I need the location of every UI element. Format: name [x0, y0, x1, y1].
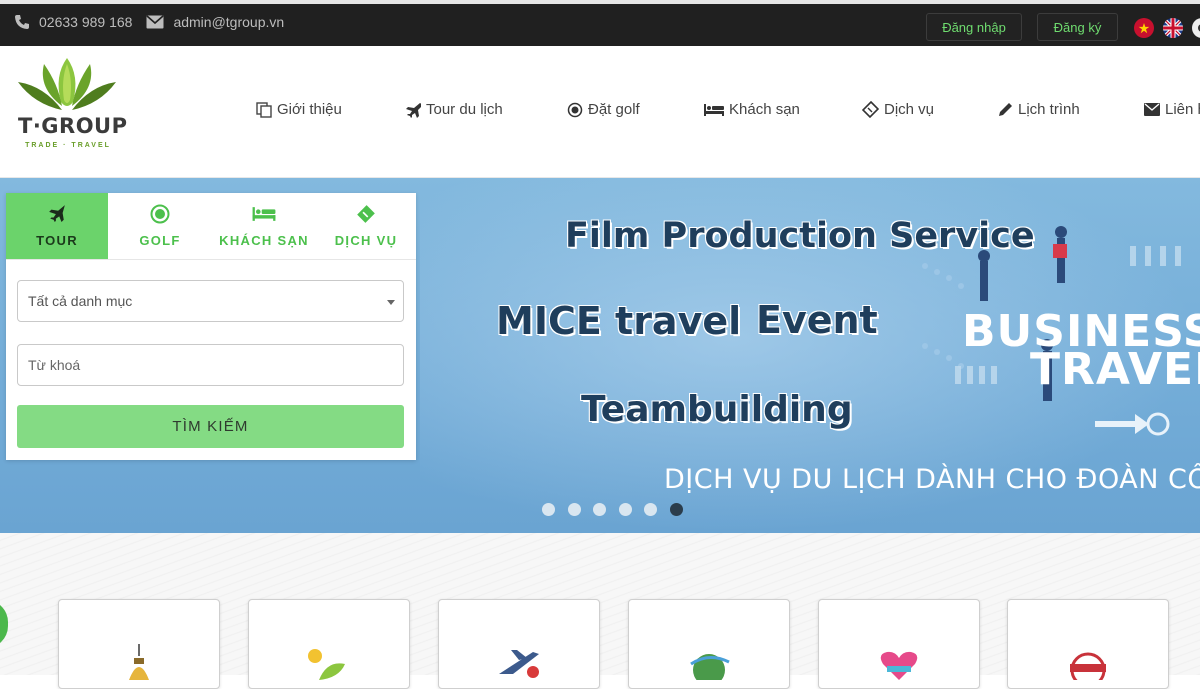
nav-item-tour-du-lich[interactable]: Tour du lịch — [405, 101, 503, 118]
nav-item-lich-trinh[interactable]: Lịch trình — [998, 101, 1080, 118]
promotion-stamp-icon — [1070, 652, 1106, 680]
banner-line-event: Event — [756, 298, 878, 342]
tab-label: DỊCH VỤ — [334, 233, 398, 248]
phone-contact[interactable]: 02633 989 168 — [14, 14, 132, 30]
logo-brand-text: T·GROUP — [18, 114, 128, 138]
other-flag-icon[interactable] — [1192, 18, 1200, 38]
search-button[interactable]: TÌM KIẾM — [17, 405, 404, 448]
slider-dot[interactable] — [593, 503, 607, 516]
slider-dot[interactable] — [644, 503, 658, 516]
envelope-icon — [1144, 103, 1160, 116]
search-tabs: TOUR GOLF KHÁCH SẠN DỊCH VỤ — [6, 193, 416, 260]
category-select[interactable]: Tất cả danh mục — [17, 280, 404, 322]
chevron-down-icon — [387, 300, 395, 305]
nav-label: Khách sạn — [729, 101, 800, 118]
category-card-globe[interactable] — [628, 599, 790, 689]
slider-dot-active[interactable] — [669, 503, 683, 516]
vietnamese-flag-icon[interactable] — [1134, 18, 1154, 38]
tab-tour[interactable]: TOUR — [6, 193, 108, 259]
nav-label: Liên h — [1165, 101, 1200, 118]
banner-subtitle: DỊCH VỤ DU LỊCH DÀNH CHO ĐOÀN CÔNG — [664, 464, 1200, 495]
nav-item-khach-san[interactable]: Khách sạn — [704, 101, 800, 118]
ticket-icon — [862, 101, 879, 118]
slider-dots — [542, 503, 696, 516]
nav-label: Đặt golf — [588, 101, 640, 118]
tab-label: KHÁCH SẠN — [219, 233, 309, 248]
banner-line-mice-travel: MICE travel — [496, 299, 742, 343]
phone-number: 02633 989 168 — [39, 14, 133, 30]
pencil-icon — [999, 103, 1012, 116]
golf-icon — [150, 204, 170, 224]
landmark-icon — [129, 644, 149, 680]
plane-icon — [406, 102, 421, 118]
category-select-value: Tất cả danh mục — [28, 293, 133, 309]
envelope-icon — [146, 15, 164, 29]
banner-line-teambuilding: Teambuilding — [581, 389, 853, 430]
nav-item-dat-golf[interactable]: Đặt golf — [567, 101, 640, 118]
bed-icon — [252, 207, 276, 221]
plane-icon — [49, 205, 65, 222]
tab-khach-san[interactable]: KHÁCH SẠN — [212, 193, 316, 259]
sun-leaf-icon — [308, 649, 345, 680]
category-card-promotion[interactable] — [1007, 599, 1169, 689]
keyword-input[interactable] — [28, 357, 403, 373]
pages-icon — [256, 101, 272, 118]
email-contact[interactable]: admin@tgroup.vn — [146, 14, 284, 30]
category-card-flight[interactable] — [438, 599, 600, 689]
nav-item-lien-he[interactable]: Liên h — [1144, 101, 1200, 118]
banner-line-film-production: Film Production Service — [565, 216, 1035, 256]
uk-flag-icon[interactable] — [1163, 18, 1183, 38]
nav-label: Dịch vụ — [884, 101, 935, 118]
email-address: admin@tgroup.vn — [173, 14, 285, 30]
category-card-nature[interactable] — [248, 599, 410, 689]
tab-label: TOUR — [36, 233, 78, 248]
contact-info: 02633 989 168 admin@tgroup.vn — [14, 14, 298, 30]
category-card-honeymoon[interactable] — [818, 599, 980, 689]
heart-beach-icon — [880, 651, 918, 680]
nav-label: Giới thiệu — [277, 101, 342, 118]
login-button[interactable]: Đăng nhập — [926, 13, 1022, 41]
globe-icon — [690, 654, 730, 680]
phone-icon — [15, 15, 29, 29]
category-card-landmark[interactable] — [58, 599, 220, 689]
golf-icon — [567, 102, 583, 117]
airplane-icon — [499, 650, 539, 678]
nav-item-gioi-thieu[interactable]: Giới thiệu — [256, 101, 342, 118]
tab-dich-vu[interactable]: DỊCH VỤ — [316, 193, 416, 259]
bed-icon — [704, 103, 724, 116]
site-header: T·GROUP TRADE · TRAVEL Giới thiệu Tour d… — [0, 46, 1200, 178]
banner-graphic-travel: TRAVEL — [1030, 344, 1200, 395]
tab-label: GOLF — [139, 233, 181, 248]
tgroup-logo[interactable]: T·GROUP TRADE · TRAVEL — [14, 54, 128, 158]
nav-item-dich-vu[interactable]: Dịch vụ — [862, 101, 934, 118]
tab-golf[interactable]: GOLF — [108, 193, 212, 259]
logo-tagline: TRADE · TRAVEL — [25, 142, 111, 149]
ticket-icon — [357, 205, 375, 223]
lotus-logo-icon — [18, 58, 116, 110]
register-button[interactable]: Đăng ký — [1037, 13, 1118, 41]
keyword-field[interactable] — [17, 344, 404, 386]
top-bar: 02633 989 168 admin@tgroup.vn Đăng nhập … — [0, 0, 1200, 46]
slider-dot[interactable] — [618, 503, 632, 516]
nav-label: Tour du lịch — [426, 101, 503, 118]
search-panel: TOUR GOLF KHÁCH SẠN DỊCH VỤ Tất cả danh … — [6, 193, 416, 460]
slider-dot[interactable] — [542, 503, 555, 516]
nav-label: Lịch trình — [1018, 101, 1080, 118]
slider-dot[interactable] — [567, 503, 581, 516]
